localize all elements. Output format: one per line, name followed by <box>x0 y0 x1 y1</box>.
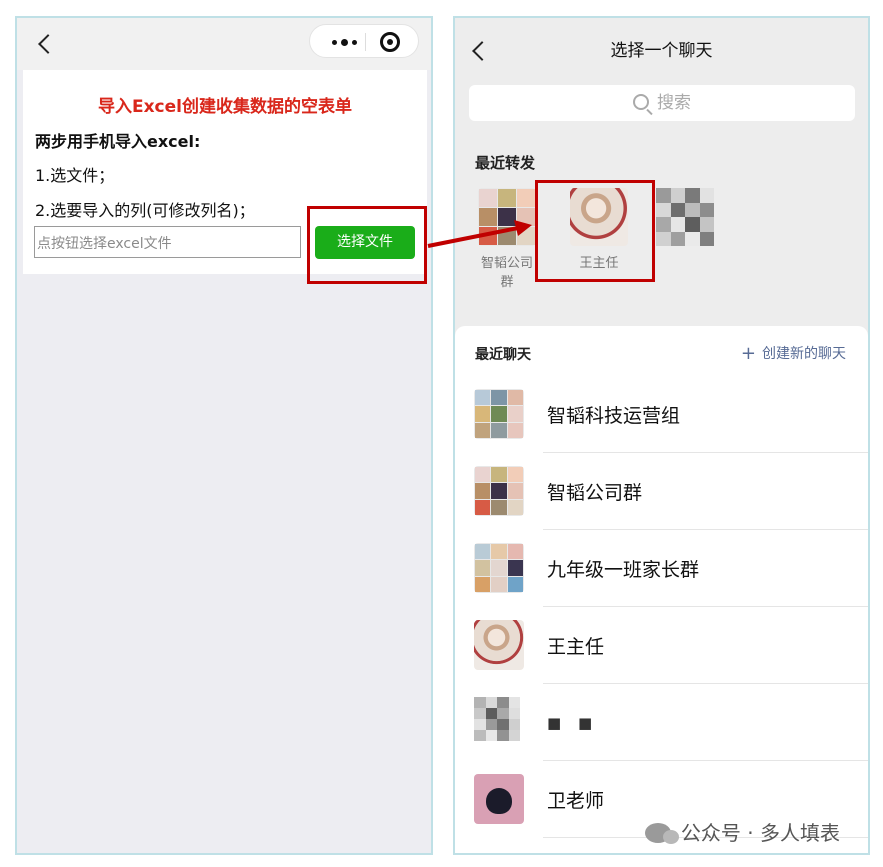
top-bar <box>17 18 431 70</box>
recent-chats-label: 最近聊天 <box>475 347 531 363</box>
user-avatar-icon <box>474 620 524 670</box>
watermark-text: 公众号 · 多人填表 <box>680 821 840 845</box>
new-chat-link[interactable]: + 创建新的聊天 <box>741 343 846 364</box>
group-avatar-icon <box>474 466 524 516</box>
close-mini-program-icon[interactable] <box>380 32 400 52</box>
chat-picker: 选择一个聊天 搜索 最近转发 智韬公司群 王主任 最近聊天 + 创建新的聊天 智… <box>453 16 870 855</box>
blurred-avatar-icon <box>656 188 714 246</box>
watermark: 公众号 · 多人填表 <box>644 817 840 846</box>
search-input[interactable]: 搜索 <box>469 85 855 121</box>
chat-row[interactable]: 九年级一班家长群 <box>455 530 868 607</box>
group-avatar-icon <box>474 389 524 439</box>
arrow-icon <box>427 220 532 248</box>
search-placeholder: 搜索 <box>657 93 691 113</box>
chat-name: 九年级一班家长群 <box>547 559 700 581</box>
chat-row[interactable]: 王主任 <box>455 607 868 684</box>
recent-chats-sheet: 最近聊天 + 创建新的聊天 智韬科技运营组 智韬公司群 九年级一班家长群 王主任… <box>455 326 868 853</box>
chat-name: 智韬科技运营组 <box>547 405 681 427</box>
recent-forward-item[interactable] <box>653 186 717 254</box>
group-avatar-icon <box>474 543 524 593</box>
recent-forward-name: 智韬公司群 <box>480 256 533 290</box>
form-title: 导入Excel创建收集数据的空表单 <box>97 97 352 117</box>
instruction-step-1: 1.选文件； <box>35 166 115 185</box>
chat-name: 王主任 <box>547 636 605 658</box>
search-icon <box>633 94 649 110</box>
chat-row[interactable]: 智韬科技运营组 <box>455 376 868 453</box>
page-title: 选择一个聊天 <box>610 41 713 61</box>
chat-name: ■ ■ <box>547 714 599 732</box>
blurred-avatar-icon <box>474 697 520 741</box>
chat-row[interactable]: 智韬公司群 <box>455 453 868 530</box>
more-icon[interactable] <box>324 25 364 59</box>
chat-name: 智韬公司群 <box>547 482 643 504</box>
chat-row[interactable]: ■ ■ <box>455 684 868 761</box>
plus-icon: + <box>740 343 756 364</box>
instruction-step-2: 2.选要导入的列(可修改列名)； <box>35 201 255 220</box>
file-path-field[interactable]: 点按钮选择excel文件 <box>34 226 301 258</box>
recent-forward-label: 最近转发 <box>475 154 536 172</box>
chat-name: 卫老师 <box>547 790 605 812</box>
highlight-box-contact <box>535 180 655 282</box>
cat-avatar-icon <box>474 774 524 824</box>
mini-program-page: 导入Excel创建收集数据的空表单 两步用手机导入excel: 1.选文件； 2… <box>15 16 433 855</box>
instruction-heading: 两步用手机导入excel: <box>35 132 201 151</box>
capsule-divider <box>365 33 366 51</box>
wechat-icon <box>644 823 679 844</box>
capsule-menu <box>309 24 419 58</box>
back-icon[interactable] <box>38 34 58 54</box>
new-chat-label: 创建新的聊天 <box>762 346 846 362</box>
highlight-box-button <box>307 206 427 284</box>
